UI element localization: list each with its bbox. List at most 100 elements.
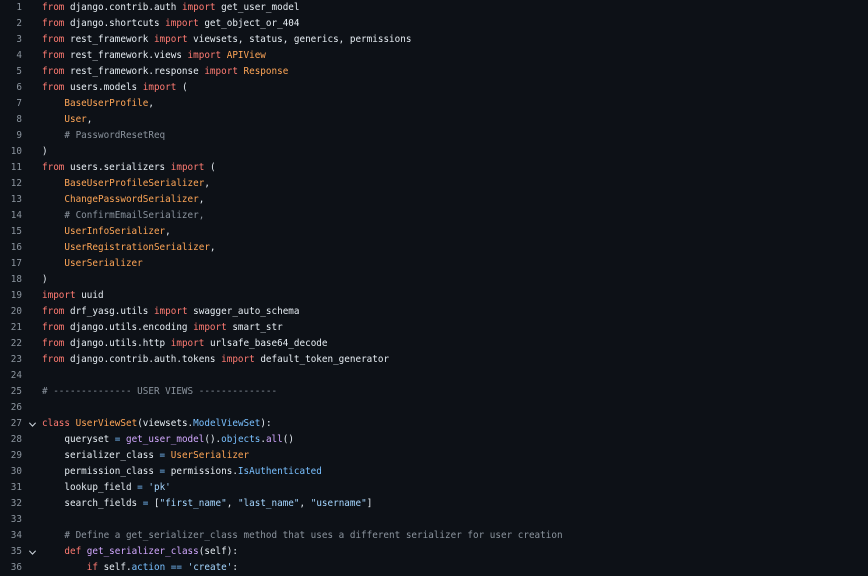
code-token: "username": [310, 498, 367, 509]
code-line[interactable]: 9 # PasswordResetReq: [0, 128, 868, 144]
code-editor[interactable]: 1 from django.contrib.auth import get_use…: [0, 0, 868, 573]
code-token: import: [153, 306, 188, 317]
code-token: IsAuthenticated: [237, 466, 322, 477]
code-line[interactable]: 36 if self.action == 'create':: [0, 560, 868, 576]
fold-gutter: [22, 288, 42, 304]
code-token: urlsafe_base64_decode: [204, 338, 328, 349]
code-token: if: [86, 562, 98, 573]
fold-gutter: [22, 32, 42, 48]
chevron-down-icon[interactable]: [22, 416, 42, 432]
code-token: ):: [260, 418, 272, 429]
code-line[interactable]: 27 class UserViewSet(viewsets.ModelViewSe…: [0, 416, 868, 432]
code-token: from: [42, 66, 65, 77]
line-number: 4: [16, 50, 22, 61]
code-text: def get_serializer_class(self):: [42, 544, 868, 560]
code-text: permission_class = permissions.IsAuthent…: [42, 464, 868, 480]
code-line[interactable]: 22 from django.utils.http import urlsafe_…: [0, 336, 868, 352]
code-line[interactable]: 13 ChangePasswordSerializer,: [0, 192, 868, 208]
code-token: User: [64, 114, 87, 125]
code-token: objects: [221, 434, 261, 445]
code-line[interactable]: 29 serializer_class = UserSerializer: [0, 448, 868, 464]
code-token: swagger_auto_schema: [187, 306, 300, 317]
line-number: 23: [10, 354, 22, 365]
code-token: get_user_model: [125, 434, 205, 445]
line-number: 31: [10, 482, 22, 493]
code-line[interactable]: 25 # -------------- USER VIEWS ----------…: [0, 384, 868, 400]
code-line[interactable]: 8 User,: [0, 112, 868, 128]
code-line[interactable]: 32 search_fields = ["first_name", "last_…: [0, 496, 868, 512]
code-line[interactable]: 23 from django.contrib.auth.tokens import…: [0, 352, 868, 368]
code-line[interactable]: 1 from django.contrib.auth import get_use…: [0, 0, 868, 16]
code-line[interactable]: 3 from rest_framework import viewsets, st…: [0, 32, 868, 48]
code-text: search_fields = ["first_name", "last_nam…: [42, 496, 868, 512]
code-line[interactable]: 2 from django.shortcuts import get_object…: [0, 16, 868, 32]
code-text: ChangePasswordSerializer,: [42, 192, 868, 208]
code-line[interactable]: 6 from users.models import (: [0, 80, 868, 96]
code-text: from drf_yasg.utils import swagger_auto_…: [42, 304, 868, 320]
code-line[interactable]: 20 from drf_yasg.utils import swagger_aut…: [0, 304, 868, 320]
line-number: 2: [16, 18, 22, 29]
code-token: ): [42, 274, 48, 285]
code-token: UserViewSet: [75, 418, 138, 429]
code-token: UserInfoSerializer: [64, 226, 166, 237]
code-token: django.contrib.auth: [64, 2, 182, 13]
fold-gutter: [22, 368, 42, 384]
code-line[interactable]: 35 def get_serializer_class(self):: [0, 544, 868, 560]
code-line[interactable]: 21 from django.utils.encoding import smar…: [0, 320, 868, 336]
fold-gutter: [22, 0, 42, 16]
fold-gutter: [22, 384, 42, 400]
code-line[interactable]: 14 # ConfirmEmailSerializer,: [0, 208, 868, 224]
code-token: ==: [170, 562, 182, 573]
code-text: from users.serializers import (: [42, 160, 868, 176]
code-line[interactable]: 11 from users.serializers import (: [0, 160, 868, 176]
code-token: ): [42, 146, 48, 157]
code-token: smart_str: [226, 322, 283, 333]
code-line[interactable]: 31 lookup_field = 'pk': [0, 480, 868, 496]
code-text: # PasswordResetReq: [42, 128, 868, 144]
code-line[interactable]: 4 from rest_framework.views import APIVie…: [0, 48, 868, 64]
code-line[interactable]: 12 BaseUserProfileSerializer,: [0, 176, 868, 192]
code-line[interactable]: 5 from rest_framework.response import Res…: [0, 64, 868, 80]
code-line[interactable]: 28 queryset = get_user_model().objects.a…: [0, 432, 868, 448]
code-token: drf_yasg.utils: [64, 306, 154, 317]
code-token: import: [181, 2, 216, 13]
code-text: from rest_framework import viewsets, sta…: [42, 32, 868, 48]
code-token: ,: [198, 194, 205, 205]
code-token: from: [42, 322, 65, 333]
code-line[interactable]: 17 UserSerializer: [0, 256, 868, 272]
code-line[interactable]: 18): [0, 272, 868, 288]
code-line[interactable]: 19 import uuid: [0, 288, 868, 304]
chevron-down-icon[interactable]: [22, 544, 42, 560]
code-line[interactable]: 24: [0, 368, 868, 384]
code-text: UserRegistrationSerializer,: [42, 240, 868, 256]
code-token: (: [204, 162, 216, 173]
code-line[interactable]: 30 permission_class = permissions.IsAuth…: [0, 464, 868, 480]
code-token: UserSerializer: [64, 258, 143, 269]
code-line[interactable]: 15 UserInfoSerializer,: [0, 224, 868, 240]
code-token: from: [42, 18, 65, 29]
fold-gutter: [22, 336, 42, 352]
code-text: import uuid: [42, 288, 868, 304]
line-number: 5: [16, 66, 22, 77]
code-text: # Define a get_serializer_class method t…: [42, 528, 868, 544]
code-line[interactable]: 26: [0, 400, 868, 416]
code-token: (: [176, 82, 188, 93]
code-token: users.models: [64, 82, 143, 93]
code-token: get_object_or_404: [198, 18, 300, 29]
code-text: from django.utils.encoding import smart_…: [42, 320, 868, 336]
code-token: ,: [299, 498, 311, 509]
code-line[interactable]: 16 UserRegistrationSerializer,: [0, 240, 868, 256]
code-line[interactable]: 33: [0, 512, 868, 528]
code-line[interactable]: 10): [0, 144, 868, 160]
code-line[interactable]: 34 # Define a get_serializer_class metho…: [0, 528, 868, 544]
line-number: 8: [16, 114, 22, 125]
code-token: import: [165, 18, 199, 29]
code-line[interactable]: 7 BaseUserProfile,: [0, 96, 868, 112]
code-token: uuid: [75, 290, 104, 301]
code-token: 'create': [187, 562, 233, 573]
code-token: ,: [209, 242, 216, 253]
